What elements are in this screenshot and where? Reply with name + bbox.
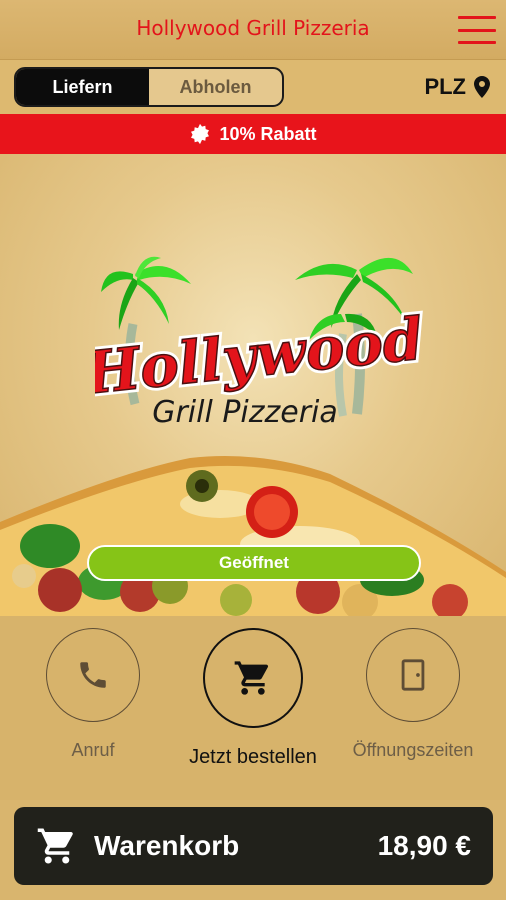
opening-hours-label: Öffnungszeiten [352,740,474,760]
call-circle [46,628,140,722]
app-title: Hollywood Grill Pizzeria [136,16,370,40]
discount-burst-icon [191,123,210,145]
opening-hours-button[interactable]: Öffnungszeiten [338,628,488,761]
hamburger-menu-icon[interactable] [458,16,496,44]
logo-grill-pizzeria-text: Grill Pizzeria [152,395,338,430]
hours-circle [366,628,460,722]
location-pin-icon [474,76,490,98]
app-header: Hollywood Grill Pizzeria [0,0,506,60]
phone-icon [80,662,106,688]
order-now-button[interactable]: Jetzt bestellen [178,628,328,769]
pizza-image [0,456,506,616]
tab-liefern[interactable]: Liefern [16,69,149,105]
shopping-cart-icon [37,828,73,864]
order-now-label: Jetzt bestellen [189,746,317,768]
order-mode-bar: Liefern Abholen PLZ [0,60,506,114]
discount-text: 10% Rabatt [219,123,317,144]
cart-label: Warenkorb [94,830,240,861]
plz-button[interactable]: PLZ [424,74,490,100]
order-circle [203,628,303,728]
cart-bar[interactable]: Warenkorb 18,90 € [14,807,493,885]
hero-banner: Hollywood Hollywood Grill Pizzeria Geöff… [0,154,506,616]
restaurant-logo: Hollywood Hollywood Grill Pizzeria [95,256,425,430]
call-button[interactable]: Anruf [18,628,168,761]
plz-label: PLZ [424,74,466,99]
cart-total: 18,90 € [377,830,471,861]
svg-text:Hollywood: Hollywood [95,305,425,408]
quick-actions: Anruf Jetzt bestellen Öffnungszeiten [0,616,506,800]
call-label: Anruf [71,740,115,760]
shopping-cart-icon [234,661,269,695]
discount-banner[interactable]: 10% Rabatt [0,114,506,154]
open-status-badge[interactable]: Geöffnet [87,545,421,581]
door-icon [401,659,425,691]
delivery-pickup-toggle: Liefern Abholen [14,67,284,107]
tab-abholen[interactable]: Abholen [149,69,282,105]
